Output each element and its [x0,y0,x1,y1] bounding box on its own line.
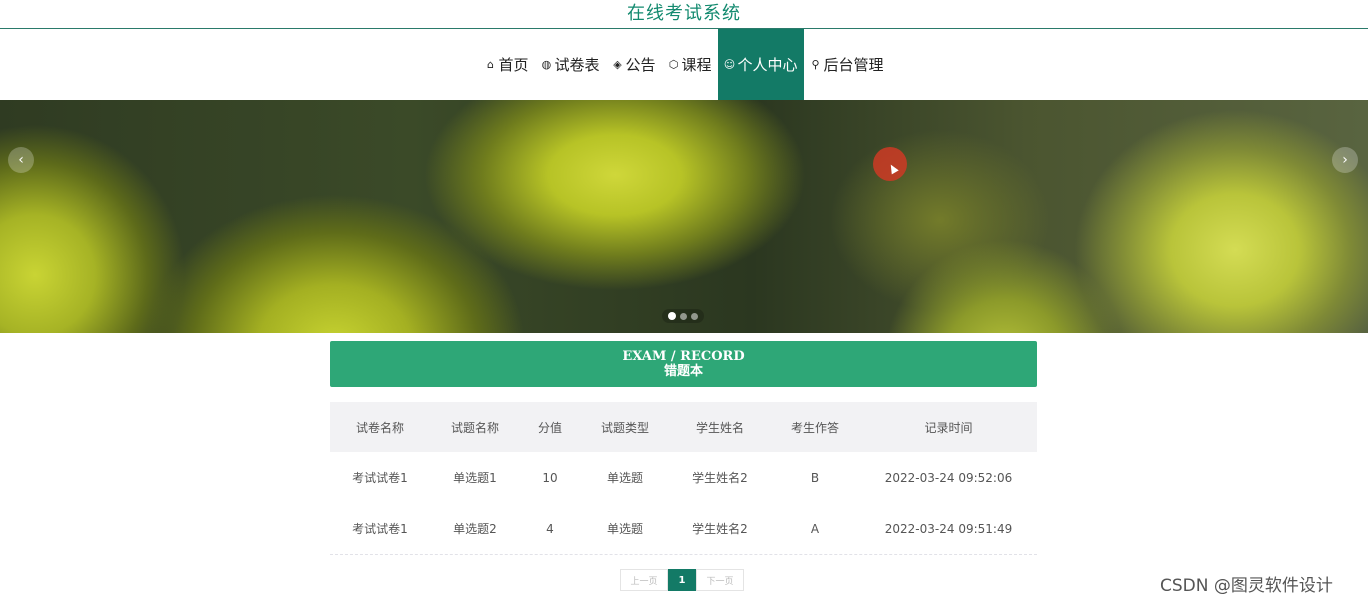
table-cell: 单选题2 [453,522,497,536]
watermark: CSDN @图灵软件设计 [1160,576,1333,596]
link-icon: ⚲ [811,58,820,71]
site-title: 在线考试系统 [627,3,741,24]
nav-item-label: 个人中心 [737,56,798,74]
column-header: 分值 [537,420,562,435]
chevron-left-icon: ‹ [18,152,24,168]
user-icon: ☺ [723,58,736,71]
column-header: 考生作答 [790,420,839,435]
site-header: 在线考试系统 [0,0,1368,29]
carousel-indicators [662,309,704,323]
section-title-cn: 错题本 [663,364,703,379]
nav-item-label: 课程 [681,56,712,74]
next-page-button[interactable]: 下一页 [696,569,744,591]
carousel-dot[interactable] [680,312,687,320]
nav-item-1[interactable]: ◍ 试卷表 [534,29,605,100]
column-header: 试卷名称 [355,420,404,435]
table-header-row: 试卷名称 试题名称 分值 试题类型 学生姓名 考生作答 记录时间 [330,402,1037,452]
carousel-dot[interactable] [691,312,698,320]
section-header: EXAM / RECORD 错题本 [330,341,1037,387]
table-cell: 单选题 [606,471,643,485]
table-cell: 4 [546,521,554,536]
table-cell: 考试试卷1 [352,471,408,485]
carousel-prev-button[interactable]: ‹ [8,147,34,173]
current-page-button[interactable]: 1 [668,569,696,591]
column-header: 学生姓名 [695,420,744,435]
prev-page-button[interactable]: 上一页 [620,569,668,591]
layers-icon: ◈ [613,58,622,71]
globe-icon: ◍ [541,58,552,71]
section-title-en: EXAM / RECORD [622,349,745,364]
nav-item-label: 首页 [498,56,529,74]
table-cell: 学生姓名2 [692,522,748,536]
nav-item-0[interactable]: ⌂ 首页 [478,29,534,100]
table-cell: B [810,470,820,485]
nav-item-label: 后台管理 [823,56,884,74]
table-cell: 考试试卷1 [352,522,408,536]
nav-item-label: 试卷表 [554,56,600,74]
nav-item-label: 公告 [625,56,656,74]
column-header: 记录时间 [924,420,973,435]
table-row: 考试试卷1 单选题2 4 单选题 学生姓名2 A 2022-03-24 09:51:49 [330,503,1037,554]
table-row: 考试试卷1 单选题1 10 单选题 学生姓名2 B 2022-03-24 09:52:06 [330,452,1037,503]
nav-item-4[interactable]: ☺ 个人中心 [717,29,804,100]
table-cell: 2022-03-24 09:51:49 [884,521,1013,536]
chevron-right-icon: › [1342,152,1348,168]
table-cell: 学生姓名2 [692,471,748,485]
banner-carousel: ‹ › [0,100,1368,333]
table-cell: 2022-03-24 09:52:06 [884,470,1013,485]
table-cell: 单选题 [606,522,643,536]
column-header: 试题类型 [600,420,649,435]
table-cell: 10 [542,470,558,485]
table-cell: A [810,521,820,536]
main-nav: ⌂ 首页 ◍ 试卷表 ◈ 公告 ⬡ 课程 ☺ 个人中心 ⚲ 后台管理 [0,29,1368,100]
column-header: 试题名称 [450,420,499,435]
wrong-answers-table: 试卷名称 试题名称 分值 试题类型 学生姓名 考生作答 记录时间 考试试卷1 单选题1 10 单选… [330,402,1037,555]
table-cell: 单选题1 [453,471,497,485]
cube-icon: ⬡ [668,58,679,71]
home-icon: ⌂ [486,58,494,71]
carousel-next-button[interactable]: › [1332,147,1358,173]
nav-item-5[interactable]: ⚲ 后台管理 [804,29,890,100]
pagination: 上一页 1 下一页 [620,569,744,591]
nav-item-2[interactable]: ◈ 公告 [605,29,661,100]
carousel-dot[interactable] [668,312,676,320]
nav-item-3[interactable]: ⬡ 课程 [662,29,718,100]
